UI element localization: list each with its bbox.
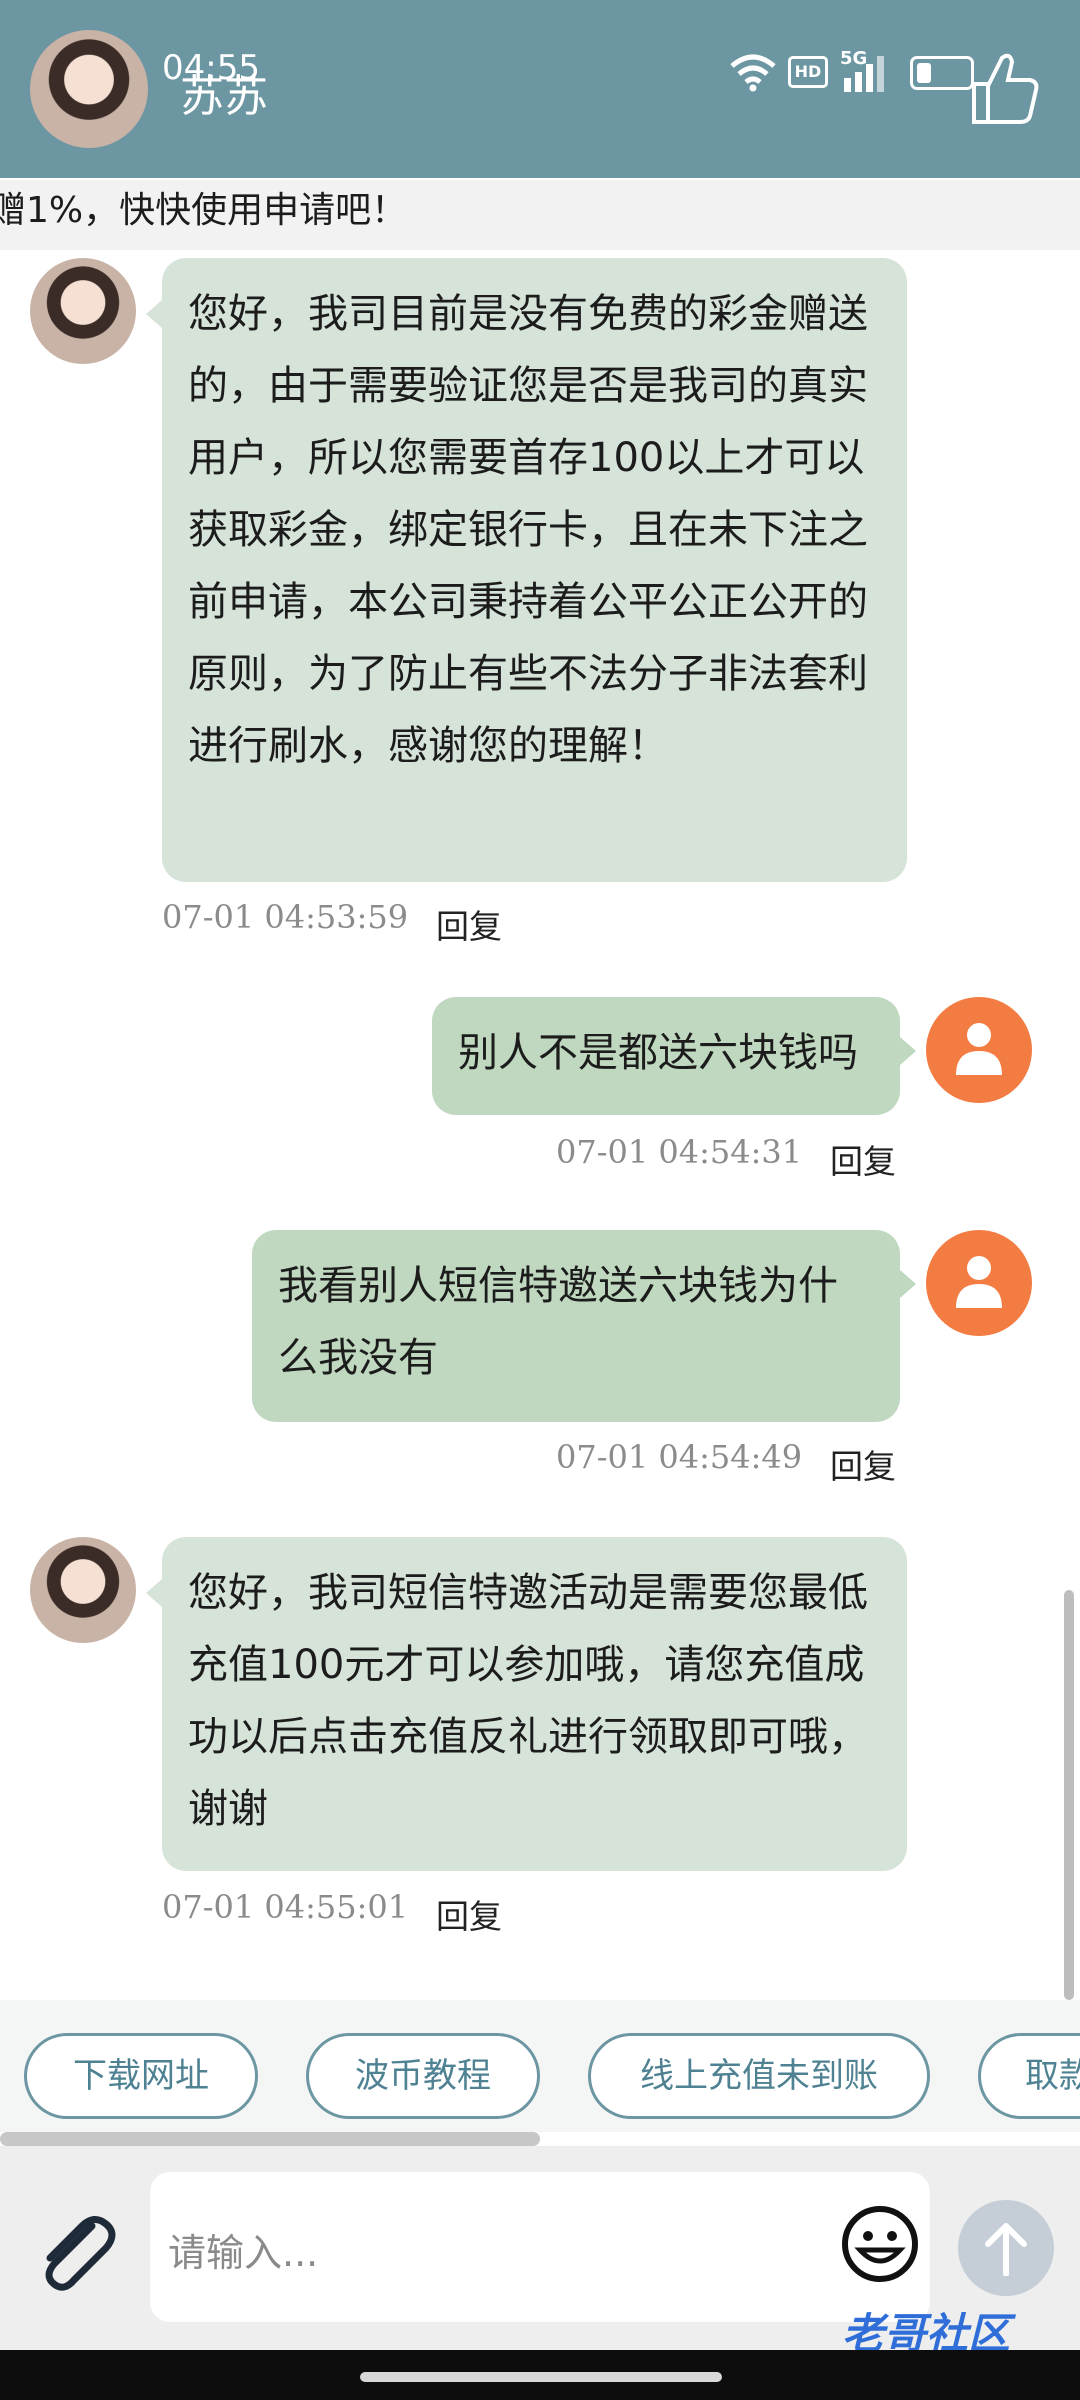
message-input[interactable]: 请输入... [150,2172,930,2322]
announcement-banner: 赠1%，快快使用申请吧！ [0,180,1080,250]
message-text: 别人不是都送六块钱吗 [458,1030,858,1076]
user-avatar [926,997,1032,1103]
status-icons: HD 5G [730,48,1010,98]
emoji-icon[interactable] [840,2204,920,2284]
send-button[interactable] [958,2200,1054,2296]
quick-reply-deposit-missing[interactable]: 线上充值未到账 [588,2033,930,2119]
reply-button[interactable]: 回复 [436,900,502,948]
bubble-tail [146,1579,162,1607]
message-timestamp: 07-01 04:55:01 [162,1888,409,1926]
message-bubble[interactable]: 您好，我司短信特邀活动是需要您最低充值100元才可以参加哦，请您充值成功以后点击… [162,1537,907,1871]
bubble-tail [900,1037,916,1065]
quick-reply-bar: 下载网址 波币教程 线上充值未到账 取款 [0,2000,1080,2132]
message-bubble[interactable]: 我看别人短信特邀送六块钱为什么我没有 [252,1230,900,1422]
paperclip-icon[interactable] [30,2206,120,2296]
battery-icon [910,56,974,90]
message-timestamp: 07-01 04:54:49 [556,1438,803,1476]
quick-reply-scrollbar[interactable] [0,2132,540,2146]
message-timestamp: 07-01 04:54:31 [556,1133,803,1171]
contact-name: 苏苏 [180,71,268,122]
message-bubble[interactable]: 别人不是都送六块钱吗 [432,997,900,1115]
quick-reply-download-url[interactable]: 下载网址 [24,2033,258,2119]
agent-avatar [30,258,136,364]
reply-button[interactable]: 回复 [830,1440,896,1488]
bubble-tail [146,300,162,328]
system-nav-bar [0,2350,1080,2400]
home-indicator[interactable] [360,2372,722,2382]
message-bubble[interactable]: 您好，我司目前是没有免费的彩金赠送的，由于需要验证您是否是我司的真实用户，所以您… [162,258,907,882]
announcement-text: 赠1%，快快使用申请吧！ [0,190,408,231]
input-placeholder: 请输入... [168,2231,319,2275]
arrow-up-icon [985,2223,1027,2276]
person-icon [956,1256,1002,1308]
wifi-icon [730,54,776,92]
contact-avatar[interactable] [30,30,148,148]
message-text: 我看别人短信特邀送六块钱为什么我没有 [278,1263,838,1381]
quick-reply-bocoin-tutorial[interactable]: 波币教程 [306,2033,540,2119]
reply-button[interactable]: 回复 [436,1890,502,1938]
hd-icon: HD [788,56,828,88]
chat-header: 04:55 苏苏 HD 5G [0,0,1080,178]
person-icon [956,1023,1002,1075]
message-text: 您好，我司目前是没有免费的彩金赠送的，由于需要验证您是否是我司的真实用户，所以您… [188,291,868,769]
bubble-tail [900,1270,916,1298]
user-avatar [926,1230,1032,1336]
signal-icon: 5G [840,48,896,94]
agent-avatar [30,1537,136,1643]
chat-scrollbar[interactable] [1064,1590,1074,2000]
message-text: 您好，我司短信特邀活动是需要您最低充值100元才可以参加哦，请您充值成功以后点击… [188,1570,868,1832]
message-timestamp: 07-01 04:53:59 [162,898,409,936]
thumbs-up-icon[interactable] [970,50,1040,126]
quick-reply-withdraw[interactable]: 取款 [978,2033,1080,2119]
reply-button[interactable]: 回复 [830,1135,896,1183]
